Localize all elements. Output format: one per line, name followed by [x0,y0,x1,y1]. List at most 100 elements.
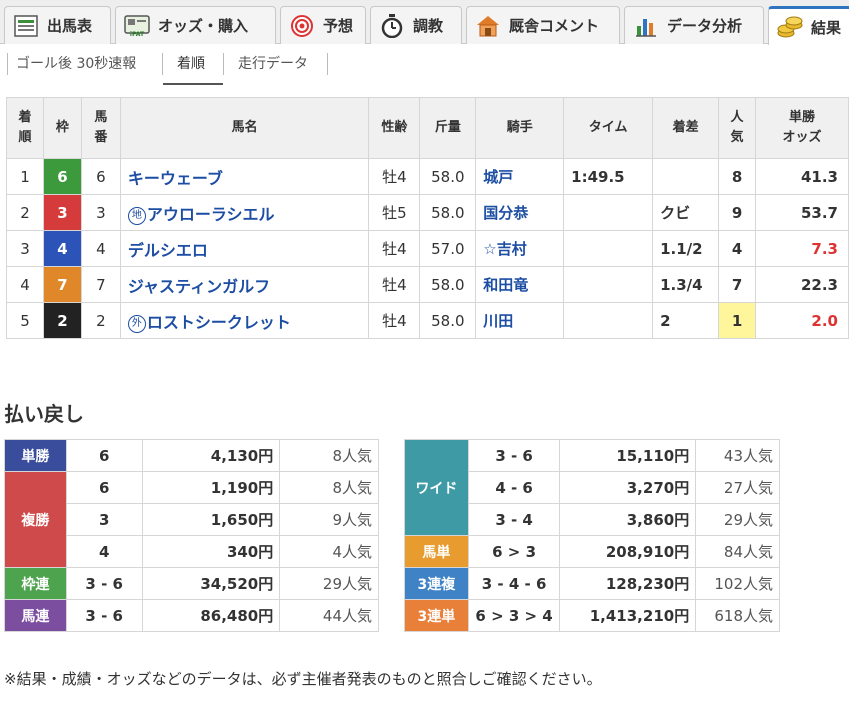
column-header: タイム [563,97,654,159]
popularity: 8 [718,158,757,195]
tab-odds-purchase[interactable]: iPAT オッズ・購入 [115,6,276,44]
payout-row: 枠連 3 - 6 34,520円 29人気 [4,567,379,600]
tab-racecard[interactable]: 出馬表 [4,6,111,44]
jockey-link[interactable]: ☆吉村 [483,240,526,258]
active-indicator [163,83,223,85]
table-row: 3 4 4 デルシエロ 牡4 57.0 ☆吉村 1.1/2 4 7.3 [6,230,849,267]
horse-number: 4 [80,230,121,267]
subnav-finish-order[interactable]: 着順 [177,53,205,73]
margin: 1.1/2 [652,230,720,267]
jockey-link[interactable]: 城戸 [483,168,513,186]
bar-chart-icon [633,13,659,39]
tab-label: 予想 [323,17,354,35]
tab-results[interactable]: 結果 [768,6,849,45]
payout-amount: 86,480円 [141,599,281,632]
svg-text:iPAT: iPAT [130,31,145,37]
column-header: 斤量 [419,97,477,159]
subnav-running-data[interactable]: 走行データ [238,53,308,73]
horse-name-cell: 外ロストシークレット [119,302,370,339]
margin [652,158,720,195]
horse-number: 3 [80,194,121,231]
column-header: 着差 [652,97,720,159]
horse-name-cell: キーウェーブ [119,158,370,195]
horse-name-link[interactable]: キーウェーブ [128,169,223,188]
bet-type-label: 複勝 [4,471,67,568]
horse-name-link[interactable]: ジャスティンガルフ [128,277,270,296]
divider [327,53,328,75]
payout-combination: 4 - 6 [467,471,561,504]
jockey-link[interactable]: 川田 [483,312,513,330]
race-time [563,194,654,231]
margin: 2 [652,302,720,339]
payout-title: 払い戻し [4,402,84,426]
column-header: 馬名 [119,97,370,159]
table-row: 5 2 2 外ロストシークレット 牡4 58.0 川田 2 1 2.0 [6,302,849,339]
column-header: 着順 [6,97,44,159]
tab-label: 調教 [413,17,444,35]
payout-combination: 6 > 3 > 4 [467,599,561,632]
payout-row: 3連複 3 - 4 - 6 128,230円 102人気 [404,567,780,600]
results-header-row: 着順枠馬番馬名 性齢 斤量 騎手 タイム 着差人気単勝 オッズ [6,97,849,159]
sex-age: 牡4 [368,266,421,303]
tab-prediction[interactable]: 予想 [280,6,366,44]
payout-amount: 3,270円 [559,471,697,504]
horse-name-link[interactable]: デルシエロ [128,241,208,260]
carried-weight: 57.0 [419,230,477,267]
payout-combination: 3 - 6 [467,439,561,472]
bet-type-label: 馬単 [404,535,469,568]
payout-popularity: 27人気 [695,471,780,504]
horse-badge: 地 [127,206,146,225]
table-row: 1 6 6 キーウェーブ 牡4 58.0 城戸 1:49.5 8 41.3 [6,158,849,195]
carried-weight: 58.0 [419,266,477,303]
tab-training[interactable]: 調教 [370,6,462,44]
win-odds: 41.3 [755,158,849,195]
jockey-cell: 和田竜 [475,266,565,303]
sub-navigation: ゴール後 30秒速報 着順 走行データ [0,45,849,85]
table-row: 2 3 3 地アウローラシエル 牡5 58.0 国分恭 クビ 9 53.7 [6,194,849,231]
jockey-link[interactable]: 国分恭 [483,204,528,222]
horse-name-link[interactable]: アウローラシエル [147,205,275,224]
horse-number: 6 [80,158,121,195]
payout-popularity: 44人気 [279,599,379,632]
payout-row: 複勝 6 1,190円 8人気 [4,471,379,568]
sex-age: 牡4 [368,158,421,195]
payout-combination: 3 - 6 [65,599,143,632]
waku-number: 7 [42,266,82,303]
popularity: 1 [718,302,757,339]
carried-weight: 58.0 [419,302,477,339]
horse-badge: 外 [127,314,146,333]
finish-position: 2 [6,194,44,231]
payout-popularity: 29人気 [279,567,379,600]
racecard-icon [13,13,39,39]
horse-number: 7 [80,266,121,303]
finish-position: 5 [6,302,44,339]
subnav-flash-result[interactable]: ゴール後 30秒速報 [16,53,136,73]
sex-age: 牡4 [368,230,421,267]
waku-number: 4 [42,230,82,267]
tab-label: 出馬表 [47,17,93,35]
payout-amount: 15,110円 [559,439,697,472]
jockey-link[interactable]: 和田竜 [483,276,528,294]
margin: 1.3/4 [652,266,720,303]
column-header: 性齢 [368,97,421,159]
payout-table-right: ワイド 3 - 6 15,110円 43人気 4 - 6 3,270円 27人気 3 - 4 3… [404,439,780,632]
bet-type-label: 馬連 [4,599,67,632]
ipat-icon: iPAT [124,13,150,39]
payout-row: ワイド 3 - 6 15,110円 43人気 [404,439,780,536]
payout-row: 馬連 3 - 6 86,480円 44人気 [4,599,379,632]
horse-name-link[interactable]: ロストシークレット [147,313,291,332]
top-tab-bar: 出馬表 iPAT オッズ・購入 予想 調教 厩舎コメント データ分析 結果 [0,0,849,45]
stopwatch-icon [379,13,405,39]
popularity: 4 [718,230,757,267]
tab-label: データ分析 [667,17,743,35]
jockey-cell: 城戸 [475,158,565,195]
payout-table-left: 単勝 6 4,130円 8人気 複勝 6 1,190円 8人気 3 1,650円 9人気 4 340円 4… [4,439,379,632]
sex-age: 牡5 [368,194,421,231]
divider [7,53,8,75]
payout-combination: 3 - 4 [467,503,561,536]
bet-type-label: 3連複 [404,567,469,600]
tab-stable-comment[interactable]: 厩舎コメント [466,6,620,44]
tab-data-analysis[interactable]: データ分析 [624,6,764,44]
disclaimer-note: ※結果・成績・オッズなどのデータは、必ず主催者発表のものと照合しご確認ください。 [4,670,602,688]
results-table: 着順枠馬番馬名 性齢 斤量 騎手 タイム 着差人気単勝 オッズ 1 6 6 キーウェーブ 牡4 58.… [6,97,849,339]
